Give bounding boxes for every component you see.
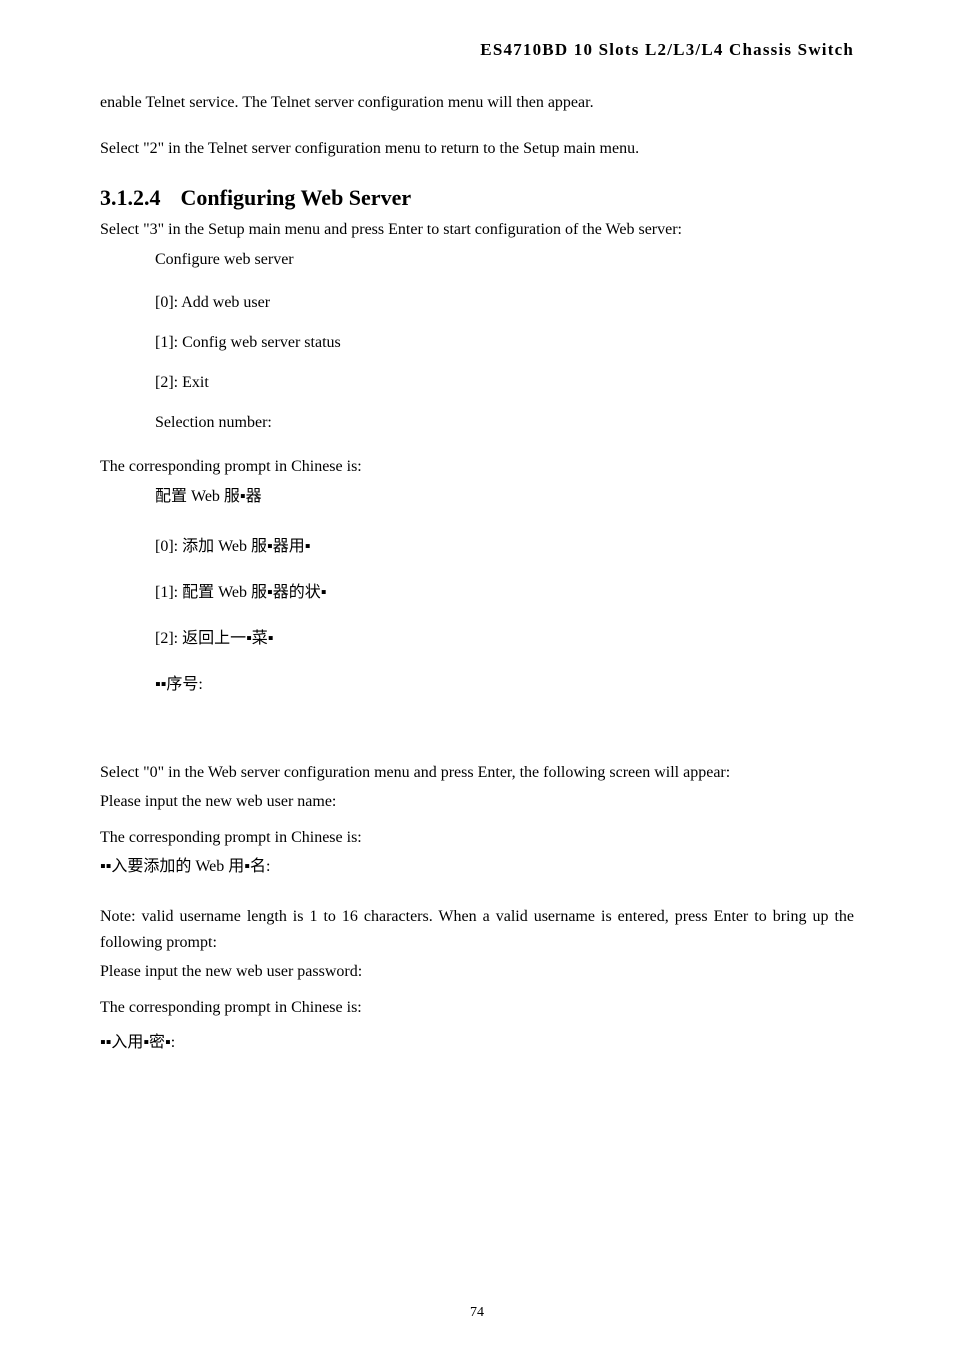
intro-line-1: enable Telnet service. The Telnet server…: [100, 90, 854, 116]
menu-item-1-cn: [1]: 配置 Web 服▪器的状▪: [155, 578, 854, 602]
document-header: ES4710BD 10 Slots L2/L3/L4 Chassis Switc…: [100, 40, 854, 60]
menu-english: Configure web server [0]: Add web user […: [155, 247, 854, 433]
menu-item-2-cn: [2]: 返回上一▪菜▪: [155, 624, 854, 648]
note-prompt-cn: ▪▪入用▪密▪:: [100, 1030, 854, 1056]
menu-item-0-cn: [0]: 添加 Web 服▪器用▪: [155, 532, 854, 556]
note-cn-intro: The corresponding prompt in Chinese is:: [100, 995, 854, 1021]
select0-cn-intro: The corresponding prompt in Chinese is:: [100, 825, 854, 851]
menu-title-en: Configure web server: [155, 247, 854, 273]
intro-line-2: Select "2" in the Telnet server configur…: [100, 136, 854, 162]
section-title: Configuring Web Server: [181, 185, 412, 210]
select0-prompt-en: Please input the new web user name:: [100, 789, 854, 815]
menu-prompt-en: Selection number:: [155, 414, 854, 432]
section-description: Select "3" in the Setup main menu and pr…: [100, 217, 854, 243]
note-prompt-en: Please input the new web user password:: [100, 959, 854, 985]
page-number: 74: [0, 1305, 954, 1321]
chinese-intro-1: The corresponding prompt in Chinese is:: [100, 454, 854, 480]
menu-title-cn: 配置 Web 服▪器: [155, 484, 854, 510]
select0-description: Select "0" in the Web server configurati…: [100, 760, 854, 786]
select0-prompt-cn: ▪▪入要添加的 Web 用▪名:: [100, 854, 854, 880]
menu-item-0-en: [0]: Add web user: [155, 294, 854, 312]
note-description: Note: valid username length is 1 to 16 c…: [100, 904, 854, 955]
section-number: 3.1.2.4: [100, 185, 161, 210]
menu-chinese: 配置 Web 服▪器 [0]: 添加 Web 服▪器用▪ [1]: 配置 Web…: [155, 484, 854, 694]
section-heading: 3.1.2.4 Configuring Web Server: [100, 185, 854, 211]
menu-prompt-cn: ▪▪序号:: [155, 670, 854, 694]
menu-item-1-en: [1]: Config web server status: [155, 334, 854, 352]
page-container: ES4710BD 10 Slots L2/L3/L4 Chassis Switc…: [0, 0, 954, 1351]
menu-item-2-en: [2]: Exit: [155, 374, 854, 392]
